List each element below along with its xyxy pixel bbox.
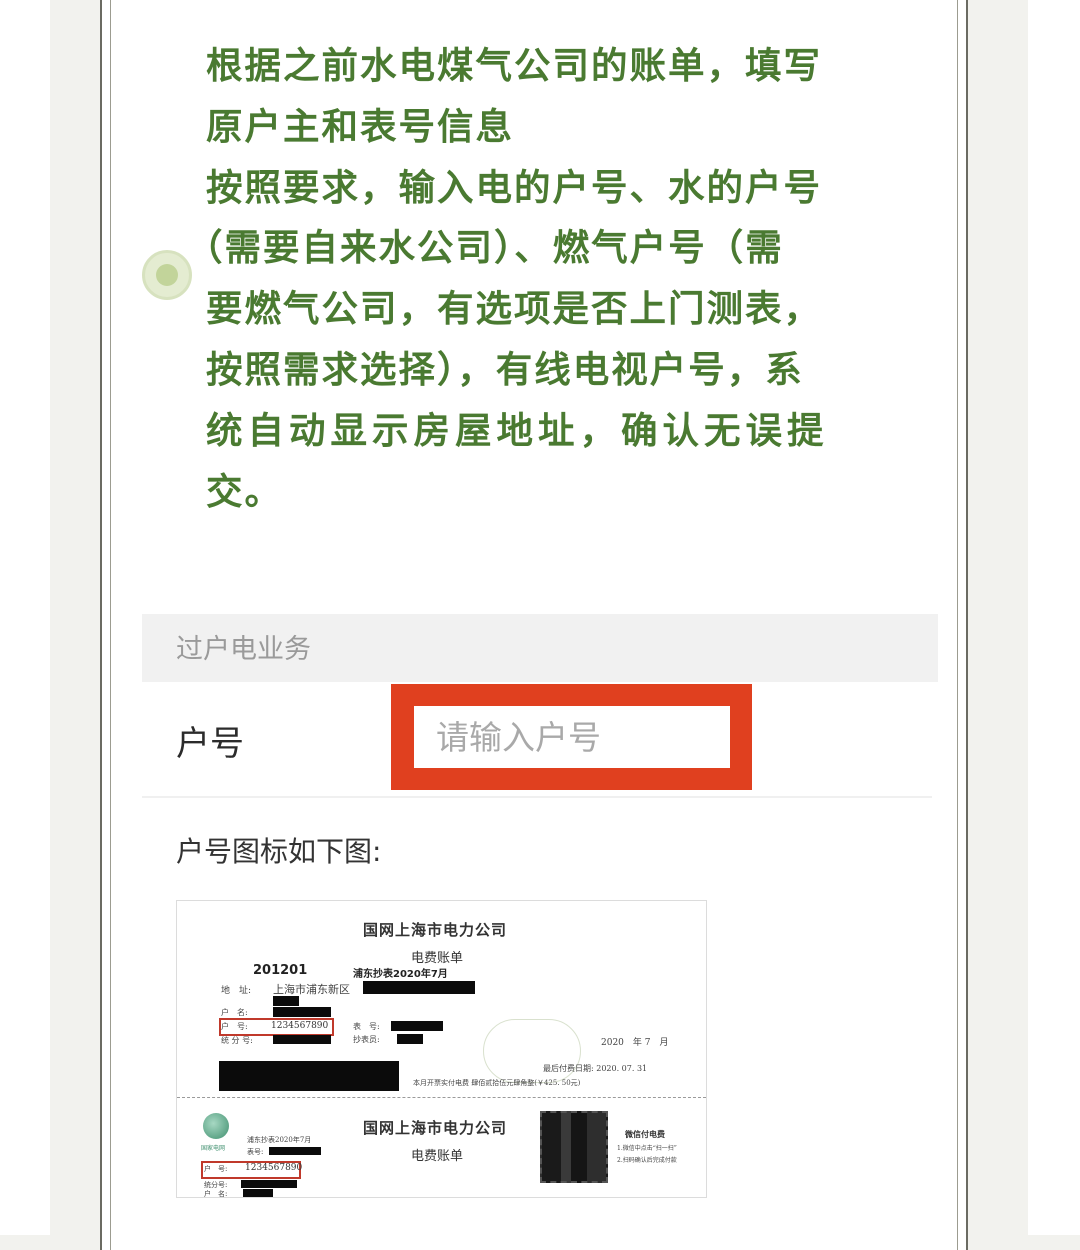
row-divider	[142, 796, 932, 798]
bill-lower-company: 国网上海市电力公司	[363, 1119, 508, 1137]
redacted-name	[273, 996, 299, 1006]
sample-bill-image: 国网上海市电力公司 电费账单 201201 浦东抄表2020年7月 地 址: 上…	[176, 900, 707, 1198]
bill-reading: 浦东抄表2020年7月	[353, 969, 448, 980]
bill-lower-name-label: 户 名:	[204, 1190, 228, 1198]
redacted-reader	[397, 1034, 423, 1044]
bill-wechat-step: 1.微信中点击“扫一扫”	[617, 1145, 677, 1152]
bill-meter-label: 表 号:	[353, 1022, 380, 1031]
bill-wechat-step: 2.扫码确认后完成付款	[617, 1157, 677, 1164]
bill-account-label: 户 号:	[221, 1022, 248, 1031]
bill-account-number: 1234567890	[271, 1021, 329, 1031]
instruction-line: 统自动显示房屋地址，确认无误提	[206, 408, 829, 452]
bill-logo-text: 国家电网	[201, 1145, 226, 1152]
instruction-line: 按照需求选择），有线电视户号，系	[206, 347, 804, 391]
redacted-class	[241, 1180, 297, 1188]
bill-wechat-title: 微信付电费	[625, 1129, 665, 1139]
redacted-block	[219, 1061, 399, 1091]
instruction-line: 原户主和表号信息	[206, 104, 514, 148]
account-number-input[interactable]	[414, 706, 730, 768]
bill-company: 国网上海市电力公司	[363, 921, 508, 939]
instruction-line: 按照要求，输入电的户号、水的户号	[206, 165, 822, 209]
bill-year-month: 2020 年 7 月	[601, 1038, 669, 1048]
right-margin	[1028, 0, 1080, 1235]
redacted-name	[273, 1007, 331, 1017]
redacted-address	[363, 981, 475, 994]
redacted-name	[243, 1189, 273, 1197]
bill-amount: 本月开票实付电费 肆佰贰拾伍元肆角整(￥425. 50元)	[413, 1079, 581, 1087]
instruction-line: 交。	[206, 469, 283, 513]
redacted-class	[273, 1035, 331, 1044]
instruction-line: 根据之前水电煤气公司的账单，填写	[206, 44, 822, 87]
sgcc-logo-icon	[203, 1113, 229, 1139]
bill-title: 电费账单	[411, 951, 464, 966]
bill-lower-account-number: 1234567890	[245, 1163, 303, 1173]
instruction-line: 要燃气公司，有选项是否上门测表，	[206, 287, 822, 331]
section-title: 过户电业务	[176, 634, 311, 665]
bill-code: 201201	[253, 963, 308, 978]
payment-qr-code	[540, 1111, 608, 1183]
bill-address: 上海市浦东新区	[273, 983, 350, 996]
bill-lower-reading: 浦东抄表2020年7月	[247, 1136, 312, 1144]
account-number-label: 户号	[176, 724, 244, 764]
bill-last-pay-date: 最后付费日期: 2020. 07. 31	[543, 1064, 648, 1073]
instruction-text: 根据之前水电煤气公司的账单，填写 原户主和表号信息 按照要求，输入电的户号、水的…	[186, 36, 856, 522]
bill-lower-meter-label: 表号:	[247, 1148, 264, 1156]
instruction-line: （需要自来水公司）、燃气户号（需	[186, 226, 784, 270]
step-bullet-icon	[142, 250, 192, 300]
bill-address-label: 地 址:	[221, 986, 252, 996]
bill-tear-line	[177, 1097, 706, 1098]
bill-name-label: 户 名:	[221, 1008, 248, 1017]
bill-class-label: 统 分 号:	[221, 1036, 253, 1045]
left-margin	[0, 0, 50, 1235]
bill-lower-title: 电费账单	[411, 1149, 464, 1164]
redacted-meter	[269, 1147, 321, 1155]
redacted-meter	[391, 1021, 443, 1031]
bill-reader-label: 抄表员:	[353, 1035, 380, 1044]
bill-lower-account-label: 户 号:	[204, 1165, 228, 1173]
account-icon-hint: 户号图标如下图:	[176, 835, 382, 868]
